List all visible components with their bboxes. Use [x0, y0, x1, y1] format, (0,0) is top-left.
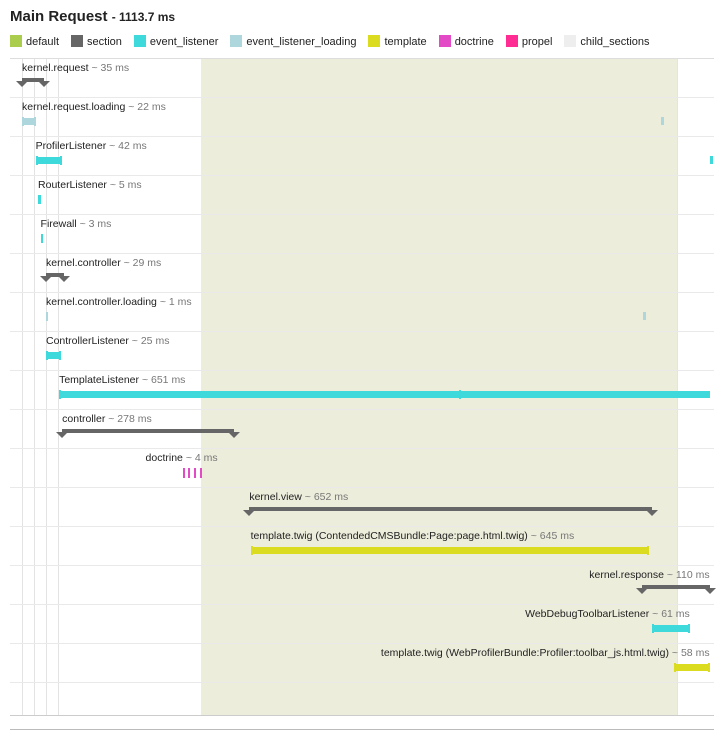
section-end-marker	[58, 276, 70, 282]
timeline-row-label: kernel.request.loading ~ 22 ms	[22, 101, 166, 113]
legend-item-doctrine: doctrine	[439, 35, 494, 48]
doctrine-tick	[200, 468, 202, 478]
timeline-row: kernel.request ~ 35 ms	[10, 59, 714, 98]
legend-swatch-propel	[506, 35, 518, 47]
timeline-row-label: template.twig (ContendedCMSBundle:Page:p…	[251, 530, 575, 542]
legend-swatch-event_listener_loading	[230, 35, 242, 47]
segment-section	[642, 585, 710, 589]
timeline-row-label: kernel.controller ~ 29 ms	[46, 257, 161, 269]
segment	[164, 391, 710, 398]
page-title-time: - 1113.7 ms	[112, 10, 175, 24]
doctrine-tick	[183, 468, 185, 478]
legend-item-default: default	[10, 35, 59, 48]
timeline-row: kernel.response ~ 110 ms	[10, 566, 714, 605]
timeline-row: kernel.request.loading ~ 22 ms	[10, 98, 714, 137]
section-end-marker	[38, 81, 50, 87]
timeline-row-label: kernel.view ~ 652 ms	[249, 491, 348, 503]
timeline-row-label: Firewall ~ 3 ms	[41, 218, 112, 230]
legend-item-event_listener: event_listener	[134, 35, 219, 48]
segment	[46, 313, 48, 320]
segment-tick	[643, 312, 646, 320]
timeline-row: template.twig (WebProfilerBundle:Profile…	[10, 644, 714, 683]
segment	[674, 664, 710, 671]
segment-section	[62, 429, 234, 433]
timeline-row: controller ~ 278 ms	[10, 410, 714, 449]
doctrine-tick	[188, 468, 190, 478]
timeline-row-label: WebDebugToolbarListener ~ 61 ms	[525, 608, 690, 620]
legend-item-template: template	[368, 35, 426, 48]
segment-tick	[710, 156, 713, 164]
timeline-row: kernel.controller ~ 29 ms	[10, 254, 714, 293]
legend-swatch-template	[368, 35, 380, 47]
segment	[251, 547, 649, 554]
segment	[41, 235, 43, 242]
timeline-row: kernel.controller.loading ~ 1 ms	[10, 293, 714, 332]
legend: default section event_listener event_listen…	[10, 35, 714, 48]
legend-item-section: section	[71, 35, 122, 48]
section-start-marker	[16, 81, 28, 87]
timeline-row-label: kernel.controller.loading ~ 1 ms	[46, 296, 192, 308]
timeline-chart: kernel.request ~ 35 ms kernel.request.loa…	[10, 58, 714, 716]
timeline-row: kernel.view ~ 652 ms	[10, 488, 714, 527]
timeline-row-label: ControllerListener ~ 25 ms	[46, 335, 169, 347]
timeline-row: template.twig (ContendedCMSBundle:Page:p…	[10, 527, 714, 566]
timeline-row: RouterListener ~ 5 ms	[10, 176, 714, 215]
page-title: Main Request	[10, 8, 108, 25]
timeline-row-label: kernel.request ~ 35 ms	[22, 62, 129, 74]
timeline-row: doctrine ~ 4 ms	[10, 449, 714, 488]
legend-item-event_listener_loading: event_listener_loading	[230, 35, 356, 48]
legend-item-propel: propel	[506, 35, 553, 48]
timeline-row-label: ProfilerListener ~ 42 ms	[36, 140, 147, 152]
segment	[46, 352, 61, 359]
timeline-row-label: template.twig (WebProfilerBundle:Profile…	[381, 647, 710, 659]
timeline-row-label: kernel.response ~ 110 ms	[589, 569, 709, 581]
segment	[36, 157, 62, 164]
section-end-marker	[646, 510, 658, 516]
legend-swatch-section	[71, 35, 83, 47]
segment	[22, 118, 36, 125]
legend-swatch-event_listener	[134, 35, 146, 47]
section-end-marker	[704, 588, 716, 594]
timeline-row: ProfilerListener ~ 42 ms	[10, 137, 714, 176]
timeline-row-label: RouterListener ~ 5 ms	[38, 179, 142, 191]
timeline-row: Firewall ~ 3 ms	[10, 215, 714, 254]
section-end-marker	[228, 432, 240, 438]
section-start-marker	[40, 276, 52, 282]
section-start-marker	[636, 588, 648, 594]
timeline-row: TemplateListener ~ 651 ms	[10, 371, 714, 410]
timeline-row-label: controller ~ 278 ms	[62, 413, 152, 425]
timeline-row-label: TemplateListener ~ 651 ms	[59, 374, 185, 386]
section-start-marker	[243, 510, 255, 516]
timeline-row-label: doctrine ~ 4 ms	[146, 452, 218, 464]
segment	[38, 196, 41, 203]
segment-section	[249, 507, 652, 511]
segment	[652, 625, 690, 632]
doctrine-tick	[194, 468, 196, 478]
legend-item-child_sections: child_sections	[564, 35, 649, 48]
section-start-marker	[56, 432, 68, 438]
legend-swatch-default	[10, 35, 22, 47]
timeline-row: WebDebugToolbarListener ~ 61 ms	[10, 605, 714, 644]
legend-swatch-doctrine	[439, 35, 451, 47]
timeline-row: ControllerListener ~ 25 ms	[10, 332, 714, 371]
segment-tick	[661, 117, 664, 125]
legend-swatch-child_sections	[564, 35, 576, 47]
